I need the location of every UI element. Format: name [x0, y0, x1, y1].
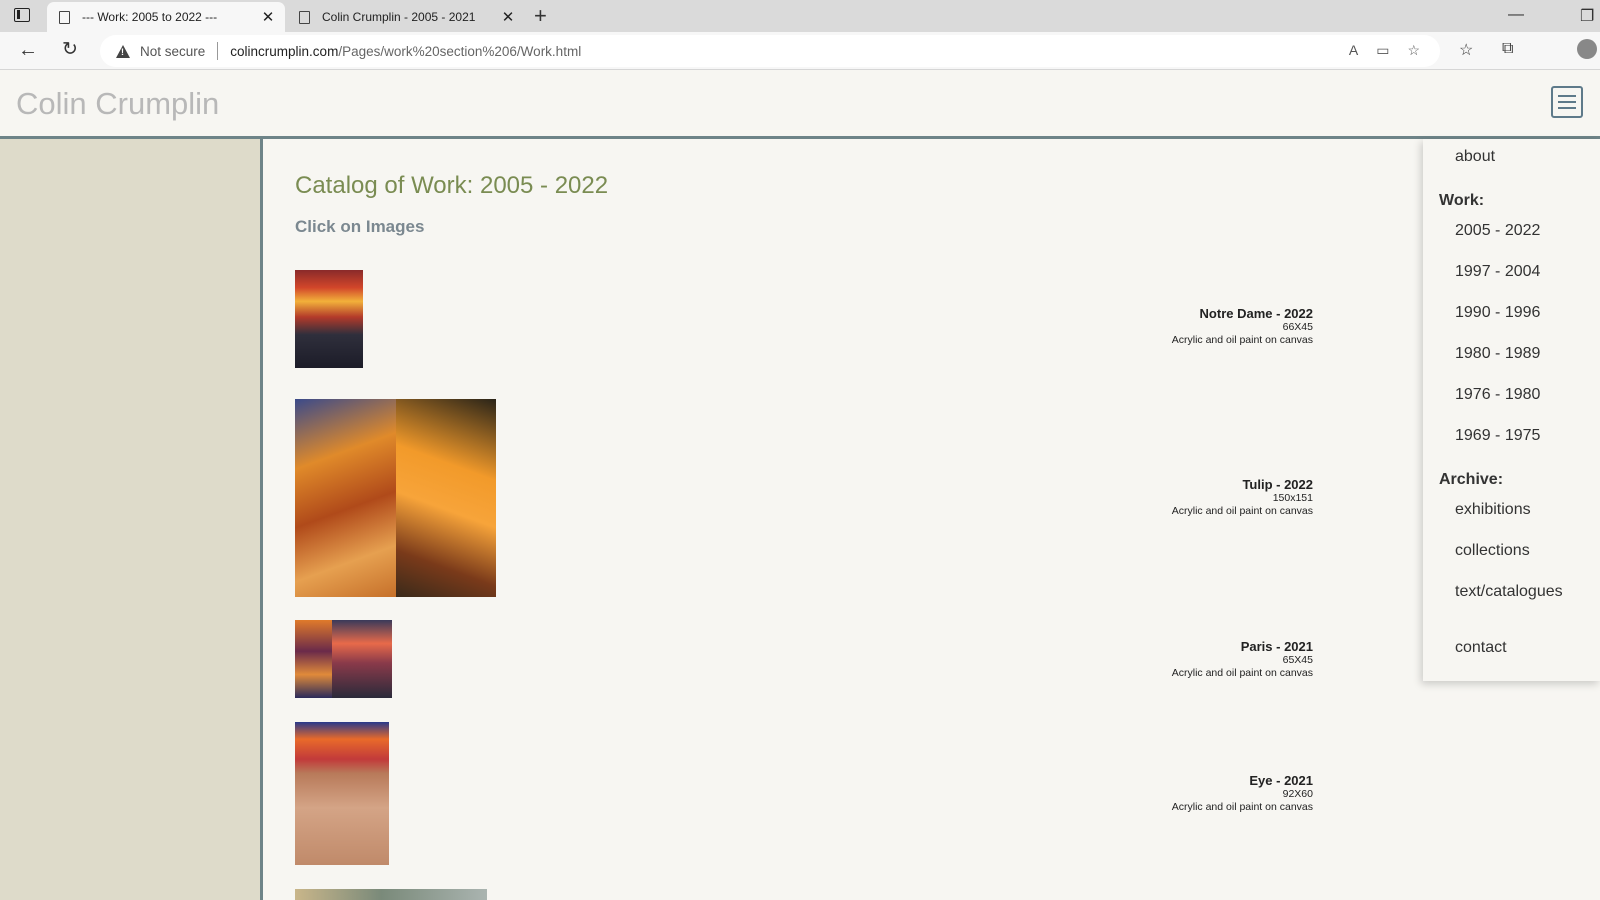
- tab-actions-icon[interactable]: [14, 8, 30, 22]
- url-host[interactable]: colincrumplin.com: [230, 44, 338, 59]
- artwork-thumbnail-next[interactable]: [295, 889, 487, 900]
- minimize-icon[interactable]: —: [1508, 6, 1524, 24]
- browser-tab-bar: --- Work: 2005 to 2022 --- ✕ Colin Crump…: [0, 0, 1600, 32]
- artwork-thumbnail-eye[interactable]: [295, 722, 389, 865]
- tab-active[interactable]: --- Work: 2005 to 2022 --- ✕: [47, 2, 285, 32]
- artwork-thumbnail-tulip-left[interactable]: [295, 399, 396, 597]
- artwork-name: Notre Dame - 2022: [1199, 306, 1313, 321]
- artwork-info: Notre Dame - 2022 66X45 Acrylic and oil …: [1013, 306, 1313, 347]
- menu-heading-work: Work:: [1439, 192, 1485, 209]
- artwork-name: Tulip - 2022: [1242, 477, 1313, 492]
- main-content: Catalog of Work: 2005 - 2022 Click on Im…: [263, 139, 1600, 900]
- menu-line: [1558, 101, 1576, 103]
- menu-item-collections[interactable]: collections: [1455, 542, 1530, 560]
- menu-heading-archive: Archive:: [1439, 471, 1504, 488]
- artwork-size: 65X45: [1282, 654, 1313, 666]
- menu-item-contact[interactable]: contact: [1455, 639, 1507, 657]
- immersive-reader-icon[interactable]: ▭: [1376, 42, 1389, 59]
- security-label[interactable]: Not secure: [140, 44, 205, 59]
- read-aloud-icon[interactable]: A: [1349, 42, 1358, 59]
- artwork-info: Tulip - 2022 150x151 Acrylic and oil pai…: [1013, 477, 1313, 518]
- menu-item-work-1980-1989[interactable]: 1980 - 1989: [1455, 345, 1540, 363]
- divider: [217, 42, 219, 60]
- artwork-thumbnail-notre-dame[interactable]: [295, 270, 363, 368]
- address-bar-actions: A ▭ ☆: [1349, 42, 1420, 59]
- close-tab-icon[interactable]: ✕: [499, 8, 517, 26]
- menu-line: [1558, 95, 1576, 97]
- url-path[interactable]: /Pages/work%20section%206/Work.html: [338, 44, 581, 59]
- artwork-thumbnail-paris-right[interactable]: [332, 620, 392, 698]
- artwork-info: Paris - 2021 65X45 Acrylic and oil paint…: [1013, 639, 1313, 680]
- tab-inactive[interactable]: Colin Crumplin - 2005 - 2021 ✕: [287, 2, 525, 32]
- artwork-size: 92X60: [1282, 788, 1313, 800]
- collections-icon[interactable]: ⧉: [1502, 40, 1513, 58]
- artwork-thumbnail-paris-left[interactable]: [295, 620, 332, 698]
- back-arrow-icon[interactable]: ←: [18, 39, 38, 62]
- artwork-medium: Acrylic and oil paint on canvas: [1171, 334, 1313, 346]
- address-bar[interactable]: Not secure colincrumplin.com /Pages/work…: [100, 35, 1440, 67]
- menu-item-work-1969-1975[interactable]: 1969 - 1975: [1455, 427, 1540, 445]
- artwork-thumbnail-tulip-right[interactable]: [396, 399, 496, 597]
- artwork-medium: Acrylic and oil paint on canvas: [1171, 801, 1313, 813]
- menu-item-work-1976-1980[interactable]: 1976 - 1980: [1455, 386, 1540, 404]
- page-icon: [299, 10, 310, 24]
- new-tab-icon[interactable]: +: [534, 3, 547, 29]
- menu-item-work-1997-2004[interactable]: 1997 - 2004: [1455, 263, 1540, 281]
- artwork-size: 66X45: [1282, 321, 1313, 333]
- reload-icon[interactable]: ↻: [62, 38, 78, 61]
- menu-item-work-1990-1996[interactable]: 1990 - 1996: [1455, 304, 1540, 322]
- artwork-name: Paris - 2021: [1240, 639, 1313, 654]
- page-subtitle: Click on Images: [295, 217, 425, 236]
- artwork-medium: Acrylic and oil paint on canvas: [1171, 667, 1313, 679]
- add-favorite-icon[interactable]: ☆: [1407, 42, 1420, 59]
- artwork-medium: Acrylic and oil paint on canvas: [1171, 505, 1313, 517]
- artwork-info: Eye - 2021 92X60 Acrylic and oil paint o…: [1013, 773, 1313, 814]
- nav-dropdown-menu: about Work: 2005 - 2022 1997 - 2004 1990…: [1423, 139, 1600, 681]
- restore-icon[interactable]: ❐: [1580, 6, 1594, 26]
- site-title[interactable]: Colin Crumplin: [16, 86, 219, 122]
- favorites-icon[interactable]: ☆: [1459, 40, 1473, 60]
- artwork-size: 150x151: [1272, 492, 1313, 504]
- page-title: Catalog of Work: 2005 - 2022: [295, 172, 609, 199]
- menu-item-about[interactable]: about: [1455, 148, 1495, 166]
- tab-title: --- Work: 2005 to 2022 ---: [82, 10, 218, 24]
- hamburger-menu-button[interactable]: [1551, 86, 1583, 118]
- menu-item-text-catalogues[interactable]: text/catalogues: [1455, 583, 1563, 601]
- close-tab-icon[interactable]: ✕: [259, 8, 277, 26]
- artwork-name: Eye - 2021: [1249, 773, 1313, 788]
- profile-avatar[interactable]: [1577, 39, 1597, 59]
- left-sidebar: [0, 139, 263, 900]
- menu-item-work-2005-2022[interactable]: 2005 - 2022: [1455, 222, 1540, 240]
- menu-line: [1558, 107, 1576, 109]
- browser-toolbar: ← ↻ Not secure colincrumplin.com /Pages/…: [0, 32, 1600, 70]
- menu-item-exhibitions[interactable]: exhibitions: [1455, 501, 1531, 519]
- site-header: Colin Crumplin: [0, 71, 1600, 139]
- tab-title: Colin Crumplin - 2005 - 2021: [322, 10, 476, 24]
- page-icon: [59, 10, 70, 24]
- warning-icon[interactable]: [116, 44, 130, 58]
